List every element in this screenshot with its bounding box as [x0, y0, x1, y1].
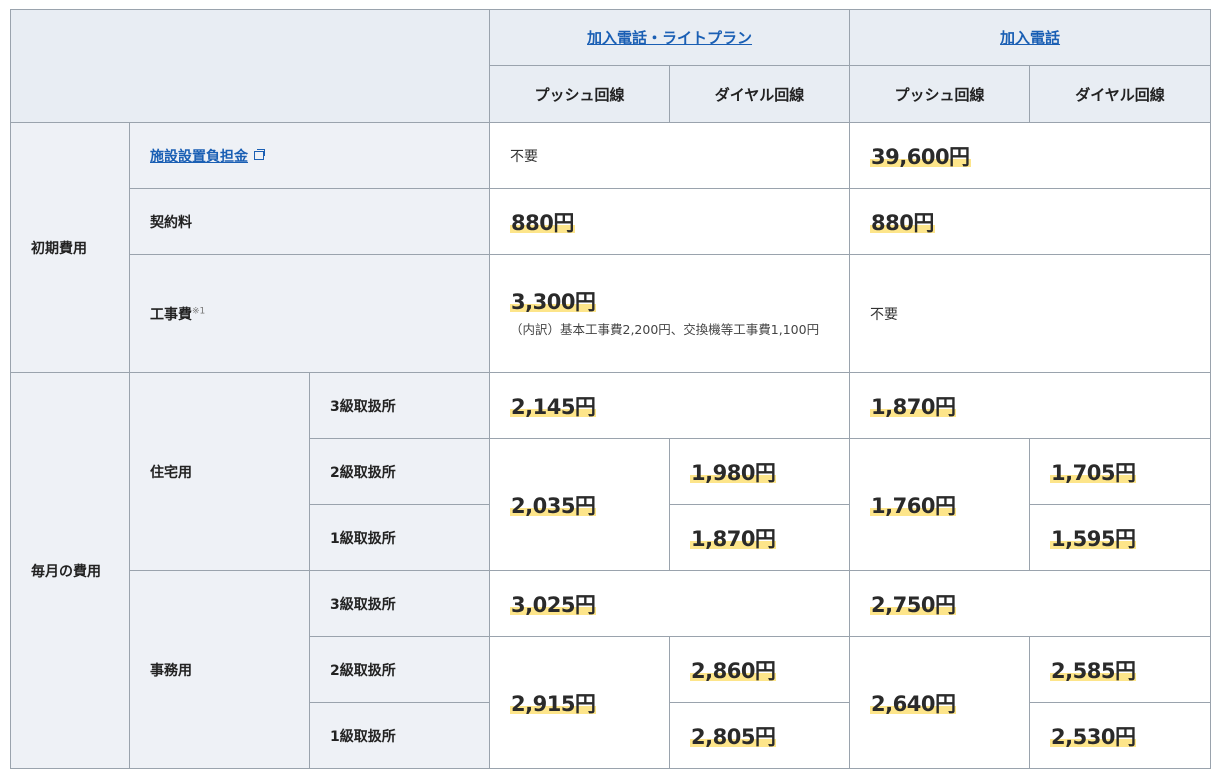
res-class1-light-dial-price: 1,870円: [690, 526, 777, 551]
res-class3-light-price: 2,145円: [510, 394, 597, 419]
contract-light-price: 880円: [510, 210, 575, 235]
contract-std-price: 880円: [870, 210, 935, 235]
group-initial-cost: 初期費用: [10, 122, 130, 373]
biz-class3-std-cell: 2,750円: [849, 570, 1211, 637]
res-std-push-cell: 1,760円: [849, 438, 1031, 571]
header-std-push: プッシュ回線: [849, 65, 1031, 123]
facility-std-price: 39,600円: [870, 144, 971, 169]
facility-std-cell: 39,600円: [849, 122, 1211, 189]
biz-class3-light-cell: 3,025円: [488, 570, 851, 637]
biz-class1-std-dial-cell: 2,530円: [1029, 702, 1211, 769]
group-monthly-cost: 毎月の費用: [10, 372, 130, 769]
biz-class1-std-dial-price: 2,530円: [1050, 724, 1137, 749]
work-light-note: （内訳）基本工事費2,200円、交換機等工事費1,100円: [510, 322, 820, 337]
plan-standard-link[interactable]: 加入電話: [1000, 29, 1060, 47]
res-light-push-price: 2,035円: [510, 493, 597, 518]
label-res-class2: 2級取扱所: [309, 438, 490, 505]
res-class3-std-price: 1,870円: [870, 394, 957, 419]
res-class1-std-dial-cell: 1,595円: [1029, 504, 1211, 571]
label-res-class3: 3級取扱所: [309, 372, 490, 439]
work-light-cell: 3,300円 （内訳）基本工事費2,200円、交換機等工事費1,100円: [488, 254, 851, 373]
res-class2-light-dial-price: 1,980円: [690, 460, 777, 485]
biz-std-push-cell: 2,640円: [849, 636, 1031, 769]
header-light-dial: ダイヤル回線: [668, 65, 851, 123]
res-class3-std-cell: 1,870円: [849, 372, 1211, 439]
biz-light-push-cell: 2,915円: [489, 636, 670, 769]
work-std-value: 不要: [870, 306, 899, 323]
label-contract-fee: 契約料: [129, 188, 490, 255]
res-class1-light-dial-cell: 1,870円: [668, 504, 851, 571]
biz-class1-light-dial-cell: 2,805円: [668, 702, 851, 769]
label-biz-class1: 1級取扱所: [309, 702, 490, 769]
facility-light-cell: 不要: [488, 122, 851, 189]
biz-std-push-price: 2,640円: [870, 691, 957, 716]
res-light-push-cell: 2,035円: [489, 438, 670, 571]
work-fee-text: 工事費: [150, 306, 192, 323]
label-business: 事務用: [129, 570, 310, 769]
work-light-price: 3,300円: [510, 290, 597, 314]
contract-std-cell: 880円: [849, 188, 1211, 255]
header-light-push: プッシュ回線: [489, 65, 670, 123]
header-std-dial: ダイヤル回線: [1029, 65, 1211, 123]
label-res-class1: 1級取扱所: [309, 504, 490, 571]
label-facility-fee: 施設設置負担金: [129, 122, 490, 189]
work-std-cell: 不要: [849, 254, 1211, 373]
res-std-push-price: 1,760円: [870, 493, 957, 518]
res-class2-std-dial-cell: 1,705円: [1029, 438, 1211, 505]
biz-light-push-price: 2,915円: [510, 691, 597, 716]
plan-light-link[interactable]: 加入電話・ライトプラン: [587, 29, 752, 47]
biz-class3-light-price: 3,025円: [510, 592, 597, 617]
label-residential: 住宅用: [129, 372, 310, 571]
biz-class1-light-dial-price: 2,805円: [690, 724, 777, 749]
header-plan-standard: 加入電話: [849, 9, 1211, 66]
biz-class2-light-dial-price: 2,860円: [690, 658, 777, 683]
res-class2-std-dial-price: 1,705円: [1050, 460, 1137, 485]
external-link-icon: [254, 148, 265, 160]
biz-class2-std-dial-price: 2,585円: [1050, 658, 1137, 683]
facility-light-value: 不要: [510, 148, 538, 165]
header-blank-cell: [10, 9, 490, 123]
work-fee-note-mark: ※1: [192, 305, 206, 316]
biz-class2-light-dial-cell: 2,860円: [668, 636, 851, 703]
label-biz-class3: 3級取扱所: [309, 570, 490, 637]
res-class2-light-dial-cell: 1,980円: [668, 438, 851, 505]
label-work-fee: 工事費※1: [129, 254, 490, 373]
res-class3-light-cell: 2,145円: [488, 372, 851, 439]
biz-class2-std-dial-cell: 2,585円: [1029, 636, 1211, 703]
label-biz-class2: 2級取扱所: [309, 636, 490, 703]
fee-table: 加入電話・ライトプラン 加入電話 プッシュ回線 ダイヤル回線 プッシュ回線 ダイ…: [10, 9, 1211, 769]
facility-fee-link[interactable]: 施設設置負担金: [150, 149, 248, 165]
contract-light-cell: 880円: [488, 188, 851, 255]
res-class1-std-dial-price: 1,595円: [1050, 526, 1137, 551]
biz-class3-std-price: 2,750円: [870, 592, 957, 617]
header-plan-light: 加入電話・ライトプラン: [488, 9, 851, 66]
